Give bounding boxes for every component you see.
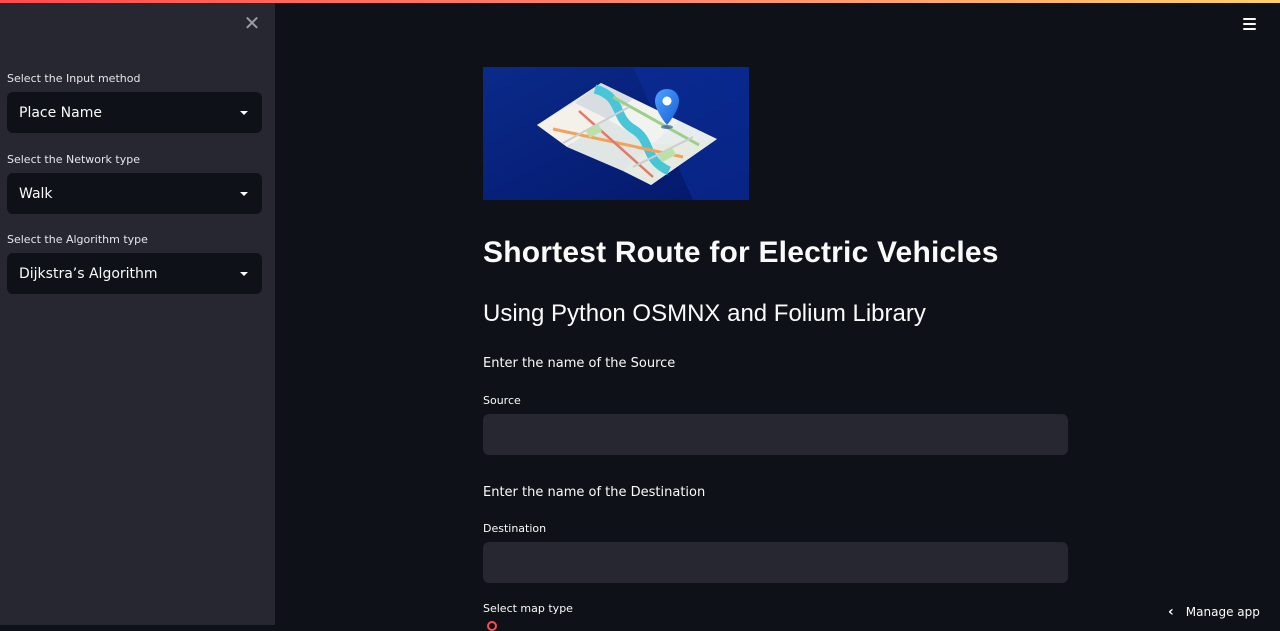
- destination-label: Destination: [483, 522, 547, 535]
- input-method-value: Place Name: [19, 104, 102, 121]
- chevron-left-icon: ‹: [1168, 604, 1174, 620]
- sidebar: ✕ Select the Input method Place Name Sel…: [0, 0, 275, 625]
- map-type-label: Select map type: [483, 602, 573, 615]
- algorithm-type-label: Select the Algorithm type: [7, 233, 148, 246]
- caret-down-icon: [240, 191, 248, 196]
- map-type-radio[interactable]: [487, 621, 497, 631]
- algorithm-type-value: Dijkstra’s Algorithm: [19, 265, 158, 282]
- hamburger-menu-icon[interactable]: [1243, 18, 1256, 30]
- manage-app-label: Manage app: [1185, 605, 1260, 619]
- map-illustration: [483, 67, 749, 200]
- network-type-label: Select the Network type: [7, 153, 140, 166]
- close-icon[interactable]: ✕: [241, 12, 263, 34]
- manage-app-button[interactable]: ‹ Manage app: [1168, 602, 1260, 622]
- page-subtitle: Using Python OSMNX and Folium Library: [483, 300, 926, 327]
- input-method-label: Select the Input method: [7, 72, 141, 85]
- top-decoration-bar: [0, 0, 1280, 3]
- page-title: Shortest Route for Electric Vehicles: [483, 236, 999, 269]
- source-label: Source: [483, 394, 521, 407]
- destination-input[interactable]: [483, 542, 1068, 583]
- source-prompt: Enter the name of the Source: [483, 356, 676, 371]
- caret-down-icon: [240, 110, 248, 115]
- input-method-select[interactable]: Place Name: [7, 92, 262, 133]
- destination-prompt: Enter the name of the Destination: [483, 485, 706, 500]
- network-type-select[interactable]: Walk: [7, 173, 262, 214]
- source-input[interactable]: [483, 414, 1068, 455]
- algorithm-type-select[interactable]: Dijkstra’s Algorithm: [7, 253, 262, 294]
- network-type-value: Walk: [19, 185, 53, 202]
- caret-down-icon: [240, 271, 248, 276]
